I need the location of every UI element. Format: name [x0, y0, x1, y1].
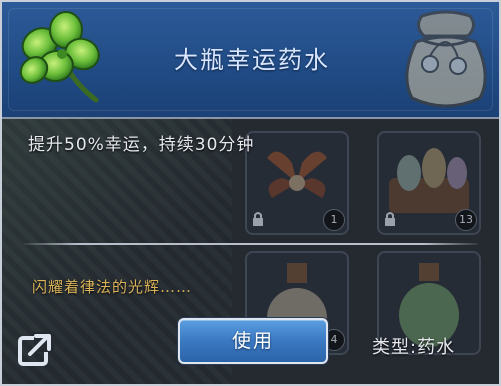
slot-count: 1: [323, 209, 345, 231]
item-tooltip: 1 13 4 大瓶幸运药水 提升50%幸运，持续30分钟 闪耀着律法的光辉…… …: [0, 0, 501, 386]
item-name: 大瓶幸运药水: [174, 46, 330, 74]
pouch-bag-icon: [405, 10, 487, 108]
use-button[interactable]: 使用: [178, 318, 328, 364]
tooltip-header: 大瓶幸运药水: [2, 2, 499, 119]
share-icon[interactable]: [16, 330, 56, 370]
item-flavor-text: 闪耀着律法的光辉……: [32, 278, 193, 296]
lock-icon: [385, 212, 395, 226]
slot-count: 13: [455, 209, 477, 231]
divider: [24, 243, 478, 245]
lock-icon: [253, 212, 263, 226]
item-description: 提升50%幸运，持续30分钟: [28, 135, 255, 155]
item-type-label: 类型:药水: [372, 337, 456, 358]
background-slot-crystal: 1: [245, 131, 349, 235]
four-leaf-clover-icon: [19, 11, 100, 103]
background-slot-potion-rack: 13: [377, 131, 481, 235]
